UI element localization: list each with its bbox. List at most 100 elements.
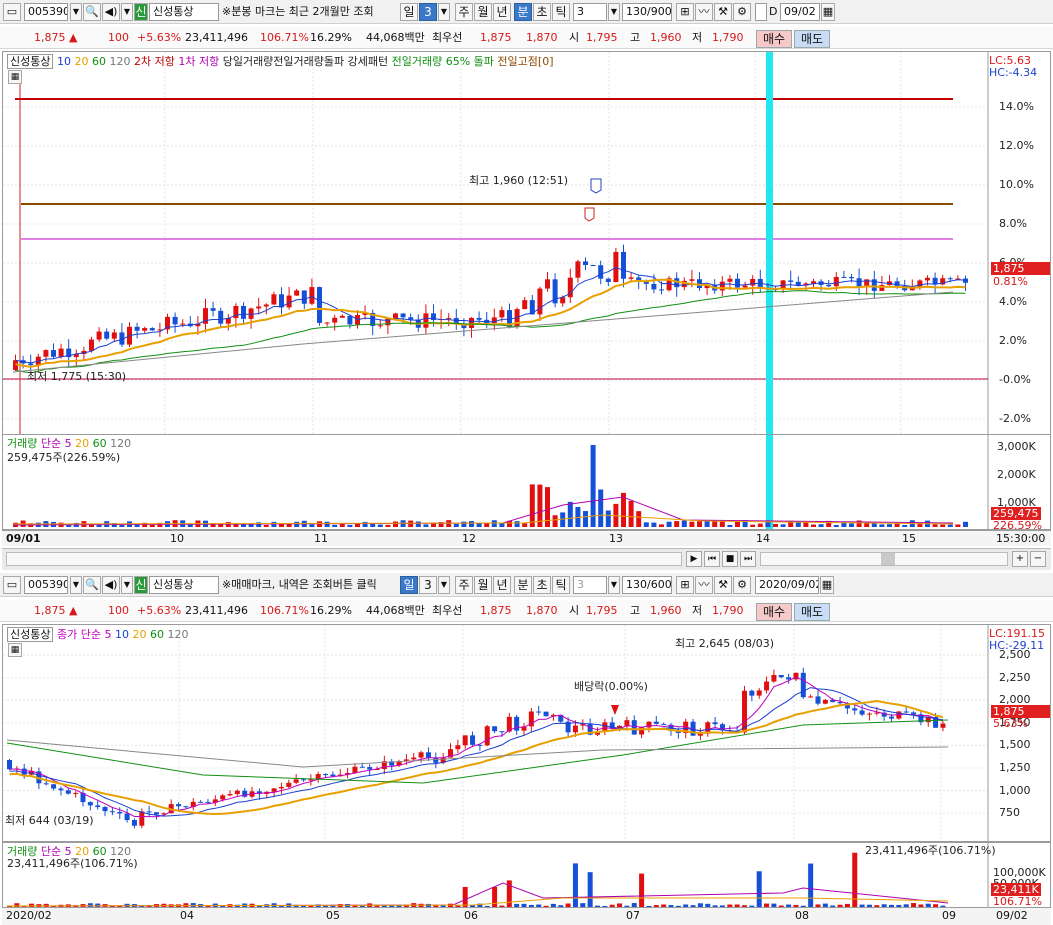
interval-input[interactable]: 3 [573,3,607,21]
interval-input[interactable]: 3 [573,576,607,594]
grid-toggle-icon[interactable]: ▦ [8,643,22,657]
candle-body [476,317,482,320]
date-input[interactable]: 09/02 [780,3,820,21]
bottom-volume-panel[interactable]: 거래량 단순 5 20 60 120 23,411,496주(106.71%) … [2,842,1051,908]
line-chart-icon[interactable]: 〰 [695,3,713,21]
bottom-price-panel[interactable]: 신성통상 종가 단순 5 10 20 60 120 ▦ LC:191.15 HC… [2,624,1051,842]
quote-best-label: 최우선 [432,31,463,44]
period-month-button[interactable]: 월 [474,3,492,21]
volume-bar [309,524,315,527]
period-year-button[interactable]: 년 [493,3,511,21]
period-tick-button[interactable]: 틱 [552,576,570,594]
tools-icon[interactable]: ⚒ [714,576,732,594]
period-day-count[interactable]: 3 [419,3,437,21]
chart-window-icon[interactable]: ▭ [3,576,21,594]
stock-name-field[interactable]: 신성통상 [149,3,219,21]
date-input[interactable]: 2020/09/02 [755,576,819,594]
candle-type-icon[interactable]: ⊞ [676,3,694,21]
count-field[interactable]: 130/600 [622,576,672,594]
top-volume-chart[interactable] [3,435,1051,530]
sell-button[interactable]: 매도 [794,603,830,621]
volume-bar [780,524,786,527]
interval-dropdown-icon[interactable]: ▼ [608,3,620,21]
stock-code-input[interactable]: 005390 [24,3,68,21]
quote-amount: 44,068백만 [366,31,425,44]
candle-body [149,328,155,331]
candle-body [43,350,49,357]
zoom-thumb[interactable] [881,553,895,565]
search-icon[interactable]: 🔍 [83,576,101,594]
d-checkbox[interactable] [755,3,767,21]
period-dropdown-icon[interactable]: ▼ [438,3,450,21]
settings-icon[interactable]: ⚙ [733,576,751,594]
sell-button[interactable]: 매도 [794,30,830,48]
top-price-panel[interactable]: 신성통상 10 20 60 120 2차 저항 1차 저항 당일거래량전일거래량… [2,51,1051,435]
search-icon[interactable]: 🔍 [83,3,101,21]
scroll-right-icon[interactable]: ▶ [686,551,702,567]
calendar-icon[interactable]: ▦ [820,576,834,594]
ma20-line [15,278,966,368]
top-toolbar: ▭ 005390 ▼ 🔍 ◀) ▼ 신 신성통상 ※분봉 마크는 최근 2개월만… [0,0,1053,24]
period-tick-button[interactable]: 틱 [552,3,570,21]
buy-button[interactable]: 매수 [756,30,792,48]
stop-icon[interactable]: ■ [722,551,738,567]
prev-icon[interactable]: ⏮ [704,551,720,567]
top-volume-panel[interactable]: 거래량 단순 5 20 60 120 259,475주(226.59%) 3,0… [2,434,1051,530]
speaker-icon[interactable]: ◀) [102,3,120,21]
speaker-icon[interactable]: ◀) [102,576,120,594]
candle-body [849,277,854,279]
period-day-button[interactable]: 일 [400,3,418,21]
cyan-marker [766,435,773,529]
period-day-button[interactable]: 일 [400,576,418,594]
next-icon[interactable]: ⏭ [740,551,756,567]
settings-icon[interactable]: ⚙ [733,3,751,21]
interval-dropdown-icon[interactable]: ▼ [608,576,620,594]
grid-toggle-icon[interactable]: ▦ [8,70,22,84]
period-week-button[interactable]: 주 [455,576,473,594]
volume-bar [324,521,330,527]
top-scroll-track[interactable] [6,552,682,566]
period-day-count[interactable]: 3 [419,576,437,594]
candle-body [837,702,843,704]
candle-body [73,792,79,794]
quote-volume: 23,411,496 [185,604,248,617]
vol-tick: 3,000K [997,440,1036,453]
period-second-button[interactable]: 초 [533,576,551,594]
speaker-dropdown-icon[interactable]: ▼ [121,576,133,594]
buy-button[interactable]: 매수 [756,603,792,621]
line-chart-icon[interactable]: 〰 [695,576,713,594]
zoom-in-icon[interactable]: + [1012,551,1028,567]
speaker-dropdown-icon[interactable]: ▼ [121,3,133,21]
candle-body [911,712,917,715]
period-minute-button[interactable]: 분 [514,576,532,594]
stock-code-input[interactable]: 005390 [24,576,68,594]
x-label: 07 [626,909,640,922]
bottom-price-chart[interactable] [3,625,1051,842]
vol-ma20-line [6,897,949,907]
period-month-button[interactable]: 월 [474,576,492,594]
calendar-icon[interactable]: ▦ [821,3,835,21]
candle-body [492,726,498,732]
candle-body [323,774,329,776]
period-second-button[interactable]: 초 [533,3,551,21]
candle-type-icon[interactable]: ⊞ [676,576,694,594]
period-minute-button[interactable]: 분 [514,3,532,21]
zoom-track[interactable] [760,552,1008,566]
vol-ma20-line [12,514,954,525]
period-dropdown-icon[interactable]: ▼ [438,576,450,594]
stock-name-field[interactable]: 신성통상 [149,576,219,594]
period-week-button[interactable]: 주 [455,3,473,21]
tools-icon[interactable]: ⚒ [714,3,732,21]
code-dropdown-icon[interactable]: ▼ [70,576,82,594]
top-price-chart[interactable] [3,52,1051,435]
candle-body [308,779,314,781]
code-dropdown-icon[interactable]: ▼ [70,3,82,21]
candle-body [423,313,429,328]
volume-bar [719,521,725,527]
y-tick-label: 14.0% [999,100,1034,113]
chart-window-icon[interactable]: ▭ [3,3,21,21]
count-field[interactable]: 130/900 [622,3,672,21]
zoom-out-icon[interactable]: − [1030,551,1046,567]
period-year-button[interactable]: 년 [493,576,511,594]
volume-bar [963,521,968,527]
